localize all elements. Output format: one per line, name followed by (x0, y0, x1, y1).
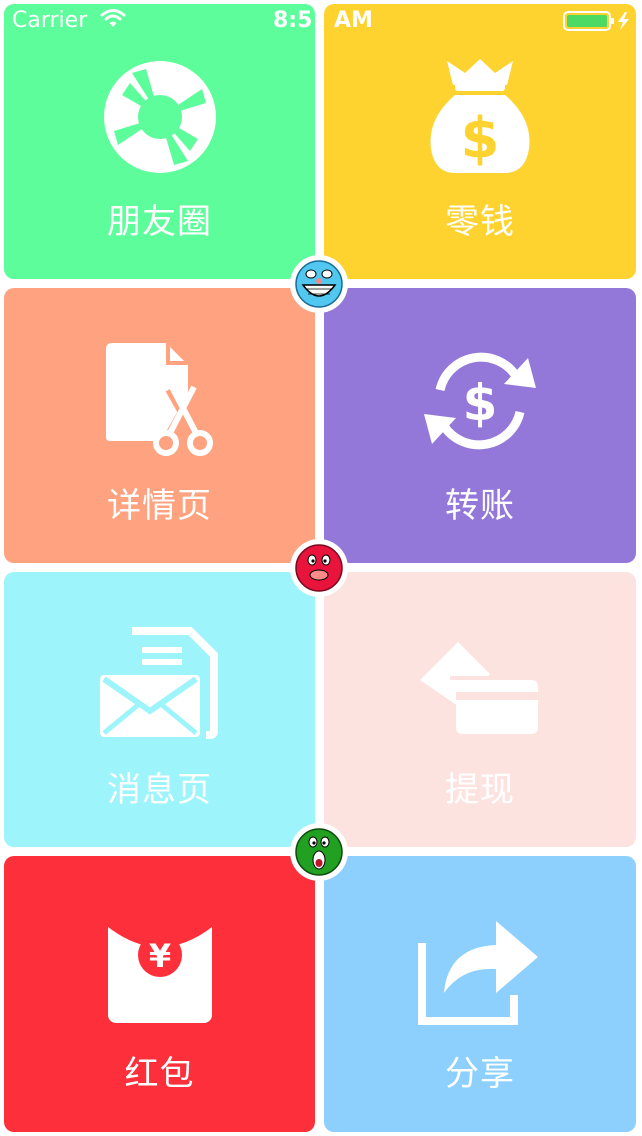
tile-label: 分享 (445, 1054, 515, 1094)
green-face-icon[interactable] (290, 823, 348, 881)
battery-charging-icon (563, 11, 635, 37)
svg-text:$: $ (463, 374, 498, 432)
tile-label: 红包 (124, 1054, 195, 1094)
document-scissors-icon (4, 338, 315, 463)
tile-withdraw[interactable]: 提现 (324, 572, 636, 847)
tile-transfer[interactable]: $ 转账 (324, 288, 636, 563)
share-arrow-icon (324, 906, 636, 1031)
tile-moments[interactable]: 朋友圈 (4, 4, 315, 279)
tile-details[interactable]: 详情页 (4, 288, 315, 563)
tile-share[interactable]: 分享 (324, 856, 636, 1132)
tile-label: 零钱 (445, 202, 515, 242)
red-face-icon[interactable] (290, 539, 348, 597)
envelope-document-icon (4, 622, 315, 747)
wifi-icon (100, 8, 126, 34)
tile-label: 消息页 (107, 770, 212, 810)
svg-text:¥: ¥ (148, 937, 170, 975)
dollar-refresh-icon: $ (324, 338, 636, 463)
money-bag-icon: $ (324, 54, 636, 179)
tile-label: 详情页 (107, 486, 212, 526)
tile-red-packet[interactable]: ¥ 红包 (4, 856, 315, 1132)
card-wallet-icon (324, 622, 636, 747)
tile-label: 朋友圈 (107, 202, 212, 242)
time-ampm-label: AM (334, 8, 373, 33)
tile-change[interactable]: $ 零钱 (324, 4, 636, 279)
svg-text:$: $ (461, 106, 500, 171)
camera-aperture-icon (4, 54, 315, 179)
time-label: 8:5 (273, 8, 313, 33)
red-envelope-yen-icon: ¥ (4, 906, 315, 1031)
tile-label: 提现 (445, 770, 515, 810)
status-bar: Carrier 8:5 AM (0, 0, 642, 40)
laughing-blue-face-icon[interactable] (290, 255, 348, 313)
tile-label: 转账 (445, 486, 515, 526)
carrier-label: Carrier (12, 8, 88, 33)
tile-messages[interactable]: 消息页 (4, 572, 315, 847)
